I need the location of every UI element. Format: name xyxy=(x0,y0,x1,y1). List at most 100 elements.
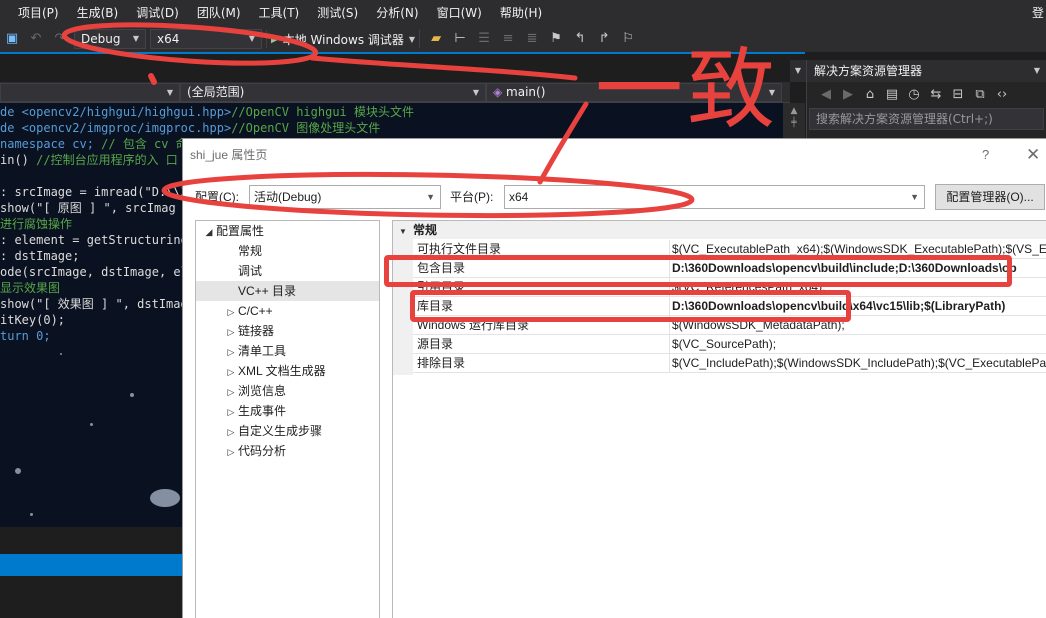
scope-select[interactable]: (全局范围) ▼ xyxy=(180,82,486,102)
tree-item-xml-doc-generator[interactable]: ▷ XML 文档生成器 xyxy=(196,361,379,381)
switch-views-icon[interactable]: ▤ xyxy=(883,86,901,104)
save-all-icon[interactable]: ▣ xyxy=(3,30,21,48)
tree-item-configuration-properties[interactable]: ◢ 配置属性 xyxy=(196,221,379,241)
property-value[interactable]: D:\360Downloads\opencv\build\x64\vc15\li… xyxy=(669,297,1046,315)
code-line: de <opencv2/highgui/highgui.hpp>//OpenCV… xyxy=(0,104,414,120)
code-text: : srcImage = imread("D:\\30 xyxy=(0,185,196,199)
configuration-select[interactable]: 活动(Debug) ▼ xyxy=(249,185,441,209)
start-debugging-button[interactable]: ▶ 本地 Windows 调试器 ▼ xyxy=(271,31,415,48)
property-name: Windows 运行库目录 xyxy=(417,318,530,332)
property-row-winrt-dirs[interactable]: Windows 运行库目录 $(WindowsSDK_MetadataPath); xyxy=(413,316,1046,335)
collapse-icon[interactable]: ◢ xyxy=(202,222,216,242)
menu-analyze[interactable]: 分析(N) xyxy=(367,0,427,26)
solution-config-select[interactable]: Debug ▼ xyxy=(74,29,146,49)
tree-item-manifest-tool[interactable]: ▷ 清单工具 xyxy=(196,341,379,361)
folder-icon[interactable]: ▰ xyxy=(427,30,445,48)
show-all-files-icon[interactable]: ⧉ xyxy=(971,86,989,104)
code-comment: //OpenCV 图像处理头文件 xyxy=(231,121,381,135)
property-row-executable-dirs[interactable]: 可执行文件目录 $(VC_ExecutablePath_x64);$(Window… xyxy=(413,240,1046,259)
redo-icon[interactable]: ↷ xyxy=(51,30,69,48)
scroll-up-icon[interactable]: ▲ xyxy=(783,105,805,117)
platform-select[interactable]: x64 ▼ xyxy=(504,185,925,209)
code-comment: // 包含 cv 命 xyxy=(93,137,188,151)
tree-item-c-cpp[interactable]: ▷ C/C++ xyxy=(196,301,379,321)
property-value[interactable]: $(WindowsSDK_MetadataPath); xyxy=(669,316,1046,334)
close-icon[interactable]: ✕ xyxy=(1026,139,1040,171)
split-icon[interactable]: ╪ xyxy=(783,117,805,129)
property-pages-dialog: shi_jue 属性页 ? ✕ 配置(C): 活动(Debug) ▼ 平台(P)… xyxy=(182,138,1046,618)
expand-icon[interactable]: ▷ xyxy=(224,402,238,422)
property-value[interactable]: $(VC_ExecutablePath_x64);$(WindowsSDK_Ex… xyxy=(669,240,1046,258)
category-general[interactable]: ▼ 常规 xyxy=(393,221,1046,239)
code-include: de <opencv2/imgproc/imgproc.hpp> xyxy=(0,121,232,135)
menu-team[interactable]: 团队(M) xyxy=(188,0,250,26)
expand-icon[interactable]: ▷ xyxy=(224,442,238,462)
expand-icon[interactable]: ▷ xyxy=(224,422,238,442)
chevron-down-icon[interactable]: ▼ xyxy=(1034,60,1040,82)
code-keyword: turn 0; xyxy=(0,329,51,343)
solution-explorer-search[interactable]: 搜索解决方案资源管理器(Ctrl+;) xyxy=(809,108,1044,130)
property-grid: ▼ 常规 可执行文件目录 $(VC_ExecutablePath_x64);$(Wi… xyxy=(392,220,1046,618)
configuration-manager-button[interactable]: 配置管理器(O)... xyxy=(935,184,1045,210)
back-icon[interactable]: ◀ xyxy=(817,86,835,104)
tree-item-debugging[interactable]: 调试 xyxy=(196,261,379,281)
property-row-source-dirs[interactable]: 源目录 $(VC_SourcePath); xyxy=(413,335,1046,354)
project-scope-select[interactable]: ▼ xyxy=(0,82,180,102)
menu-debug[interactable]: 调试(D) xyxy=(127,0,188,26)
indent-icon[interactable]: ☰ xyxy=(475,30,493,48)
chevron-down-icon: ▼ xyxy=(248,34,255,43)
help-button[interactable]: ? xyxy=(982,139,989,171)
tree-item-build-events[interactable]: ▷ 生成事件 xyxy=(196,401,379,421)
property-value[interactable]: $(VC_SourcePath); xyxy=(669,335,1046,353)
code-view-icon[interactable]: ‹› xyxy=(993,86,1011,104)
tree-item-linker[interactable]: ▷ 链接器 xyxy=(196,321,379,341)
code-comment: 进行腐蚀操作 xyxy=(0,217,73,231)
tree-item-vc-directories[interactable]: VC++ 目录 xyxy=(196,281,379,301)
login-link[interactable]: 登 xyxy=(1032,0,1046,26)
expand-icon[interactable]: ▷ xyxy=(224,302,238,322)
expand-icon[interactable]: ▷ xyxy=(224,362,238,382)
bookmark-icon[interactable]: ⚑ xyxy=(547,30,565,48)
solution-platform-select[interactable]: x64 ▼ xyxy=(150,29,262,49)
menu-test[interactable]: 测试(S) xyxy=(308,0,367,26)
code-line: show("[ 原图 ] ", srcImag xyxy=(0,200,176,216)
pending-changes-icon[interactable]: ◷ xyxy=(905,86,923,104)
property-row-exclude-dirs[interactable]: 排除目录 $(VC_IncludePath);$(WindowsSDK_Inclu… xyxy=(413,354,1046,373)
code-line: 显示效果图 xyxy=(0,280,60,296)
collapse-icon[interactable]: ▼ xyxy=(393,223,413,241)
configuration-value: 活动(Debug) xyxy=(254,190,322,204)
comment-icon[interactable]: ≡ xyxy=(499,30,517,48)
tree-item-browse-info[interactable]: ▷ 浏览信息 xyxy=(196,381,379,401)
uncomment-icon[interactable]: ≣ xyxy=(523,30,541,48)
platform-value: x64 xyxy=(509,190,529,204)
menu-window[interactable]: 窗口(W) xyxy=(428,0,491,26)
property-row-include-dirs[interactable]: 包含目录 D:\360Downloads\opencv\build\include… xyxy=(413,259,1046,278)
code-line: 进行腐蚀操作 xyxy=(0,216,72,232)
menu-project[interactable]: 项目(P) xyxy=(0,0,68,26)
expand-icon[interactable]: ▷ xyxy=(224,322,238,342)
solution-explorer-toolbar: ◀ ▶ ⌂ ▤ ◷ ⇆ ⊟ ⧉ ‹› xyxy=(807,82,1046,108)
forward-icon[interactable]: ▶ xyxy=(839,86,857,104)
sync-icon[interactable]: ⇆ xyxy=(927,86,945,104)
menu-tools[interactable]: 工具(T) xyxy=(250,0,309,26)
menu-build[interactable]: 生成(B) xyxy=(68,0,128,26)
undo-icon[interactable]: ↶ xyxy=(27,30,45,48)
tree-item-custom-build-step[interactable]: ▷ 自定义生成步骤 xyxy=(196,421,379,441)
menu-help[interactable]: 帮助(H) xyxy=(491,0,551,26)
property-value[interactable]: $(VC_ReferencesPath_x64); xyxy=(669,278,1046,296)
bookmark-prev-icon[interactable]: ↰ xyxy=(571,30,589,48)
chevron-down-icon[interactable]: ▼ xyxy=(790,60,806,82)
code-line: de <opencv2/imgproc/imgproc.hpp>//OpenCV… xyxy=(0,120,380,136)
collapse-all-icon[interactable]: ⊟ xyxy=(949,86,967,104)
home-icon[interactable]: ⌂ xyxy=(861,86,879,104)
expand-icon[interactable]: ▷ xyxy=(224,342,238,362)
property-row-reference-dirs[interactable]: 引用目录 $(VC_ReferencesPath_x64); xyxy=(413,278,1046,297)
tree-item-general[interactable]: 常规 xyxy=(196,241,379,261)
property-value[interactable]: D:\360Downloads\opencv\build\include;D:\… xyxy=(669,259,1046,277)
property-row-library-dirs[interactable]: 库目录 D:\360Downloads\opencv\build\x64\vc15… xyxy=(413,297,1046,316)
solution-explorer-header: 解决方案资源管理器 ▼ xyxy=(807,60,1046,82)
step-icon[interactable]: ⊢ xyxy=(451,30,469,48)
expand-icon[interactable]: ▷ xyxy=(224,382,238,402)
tree-item-code-analysis[interactable]: ▷ 代码分析 xyxy=(196,441,379,461)
property-value[interactable]: $(VC_IncludePath);$(WindowsSDK_IncludePa… xyxy=(669,354,1046,372)
